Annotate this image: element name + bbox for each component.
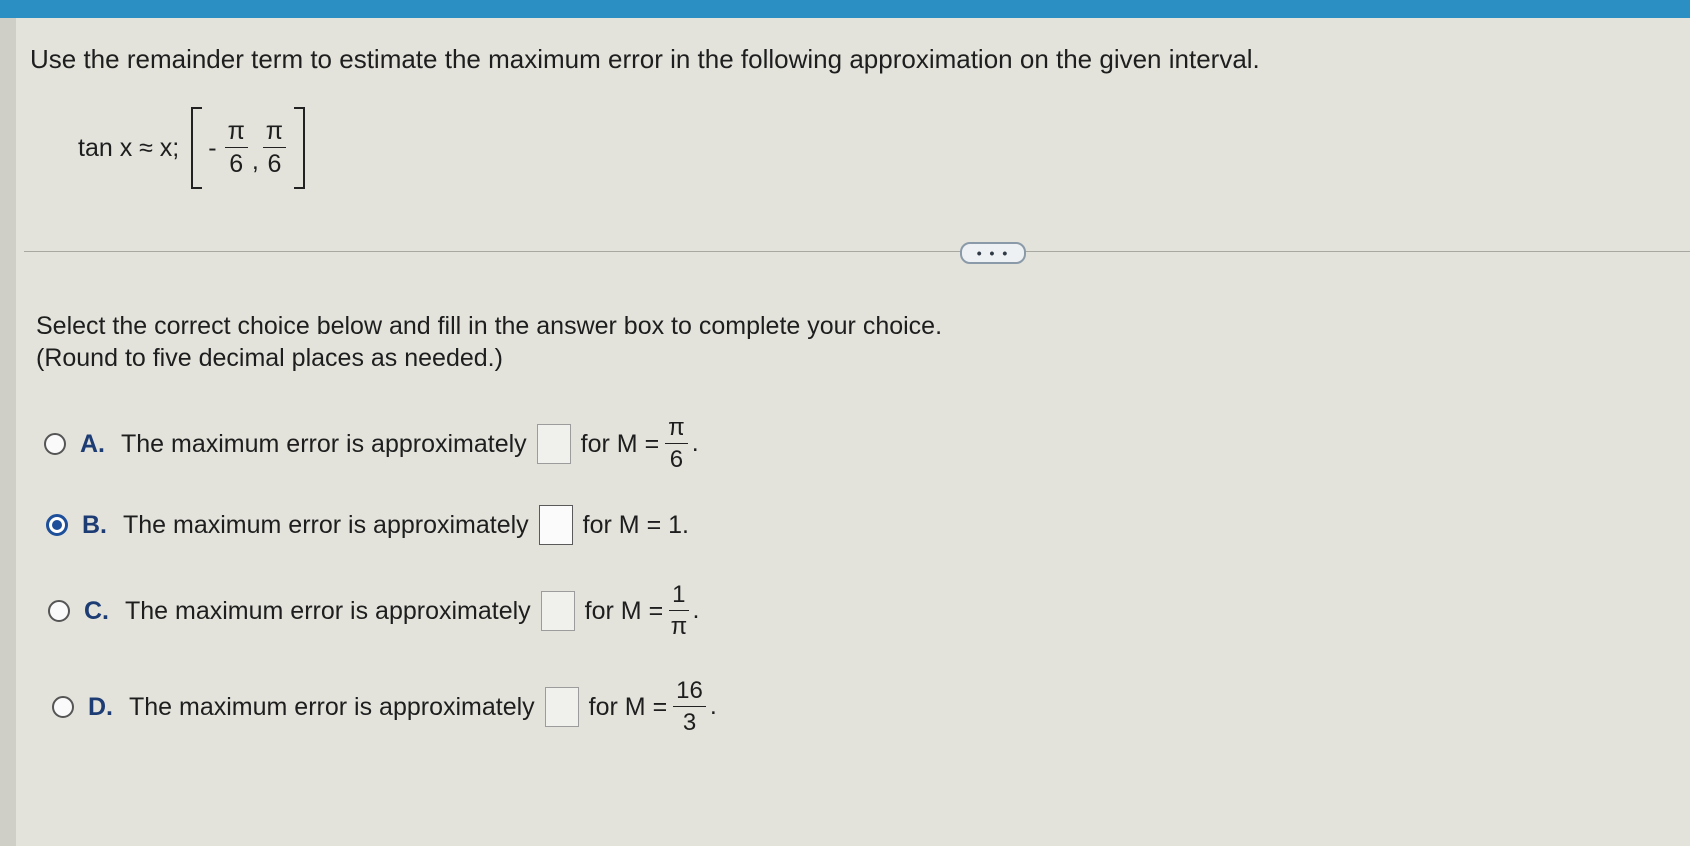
choice-suffix: for M = xyxy=(588,692,668,721)
answer-box-d[interactable] xyxy=(544,687,579,727)
instructions-line2: (Round to five decimal places as needed.… xyxy=(36,344,503,372)
question-text: Use the remainder term to estimate the m… xyxy=(30,44,1260,74)
choice-text: The maximum error is approximately xyxy=(129,692,535,721)
choice-b[interactable]: B. The maximum error is approximately fo… xyxy=(46,505,689,545)
interval-low: π 6 xyxy=(224,119,248,177)
m-fraction-c: 1 π xyxy=(669,581,689,640)
answer-box-c[interactable] xyxy=(540,591,575,631)
interval-high: π 6 xyxy=(262,119,287,177)
choice-a[interactable]: A. The maximum error is approximately fo… xyxy=(44,416,699,472)
choice-letter: B. xyxy=(82,510,107,539)
choice-letter: A. xyxy=(80,429,105,458)
left-bracket xyxy=(191,107,203,189)
choice-suffix: for M = xyxy=(580,429,660,458)
choice-letter: C. xyxy=(84,596,109,625)
choice-text: The maximum error is approximately xyxy=(125,596,531,625)
choice-text: The maximum error is approximately xyxy=(121,429,527,458)
choice-suffix: for M = 1. xyxy=(582,510,689,539)
choice-letter: D. xyxy=(88,692,113,721)
formula: tan x ≈ x; - π 6 , π 6 xyxy=(78,107,306,189)
choice-d[interactable]: D. The maximum error is approximately fo… xyxy=(52,679,717,735)
choice-suffix: for M = xyxy=(584,596,664,625)
answer-box-a[interactable] xyxy=(536,424,571,464)
instructions: Select the correct choice below and fill… xyxy=(36,310,942,374)
answer-box-b[interactable] xyxy=(538,505,573,545)
instructions-line1: Select the correct choice below and fill… xyxy=(36,312,943,340)
top-bar xyxy=(0,0,1690,18)
formula-lhs: tan x ≈ x; xyxy=(78,133,180,162)
radio-d[interactable] xyxy=(52,696,74,718)
choice-c[interactable]: C. The maximum error is approximately fo… xyxy=(48,583,699,639)
interval-comma: , xyxy=(251,147,259,175)
section-divider xyxy=(24,251,1690,252)
minus-sign: - xyxy=(208,133,217,162)
radio-c[interactable] xyxy=(48,600,70,622)
right-bracket xyxy=(294,107,306,189)
choice-text: The maximum error is approximately xyxy=(123,510,529,539)
radio-b[interactable] xyxy=(46,514,68,536)
m-fraction-a: π 6 xyxy=(665,416,688,472)
m-fraction-d: 16 3 xyxy=(673,679,706,735)
left-edge xyxy=(0,18,16,846)
expand-more-button[interactable]: • • • xyxy=(960,242,1026,264)
radio-a[interactable] xyxy=(44,433,66,455)
